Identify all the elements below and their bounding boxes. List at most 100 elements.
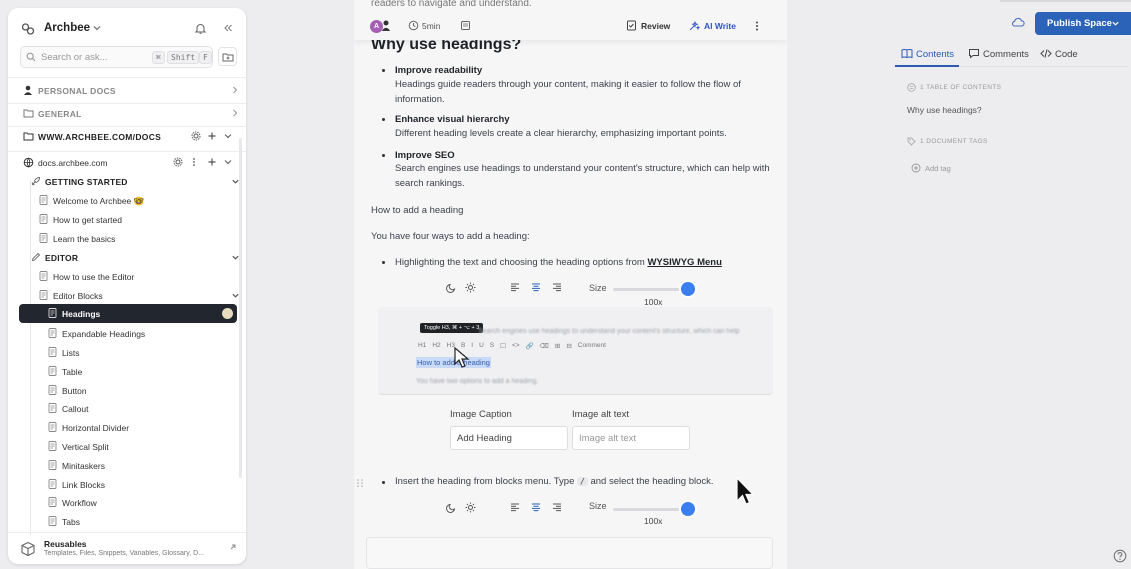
bullet-title[interactable]: Enhance visual hierarchy [395,114,510,125]
tree-item-block[interactable]: Button [8,381,246,400]
tree-item-headings[interactable]: Headings [19,304,237,323]
paragraph[interactable]: You have four ways to add a heading: [371,231,530,242]
tree-item-learn-basics[interactable]: Learn the basics [8,229,246,248]
collapse-sidebar-icon[interactable] [222,22,234,34]
document-icon [39,290,48,300]
tree-group-getting-started[interactable]: GETTING STARTED [8,172,246,191]
reusables-title: Reusables [44,539,87,549]
globe-icon [23,157,34,168]
tree-item-block[interactable]: Horizontal Divider [8,418,246,437]
section-general[interactable]: GENERAL [8,104,246,124]
new-doc-button[interactable] [218,47,237,66]
folder-icon [23,108,34,118]
size-slider-handle[interactable] [681,502,695,516]
tree-item-block[interactable]: Minitaskers [8,456,246,475]
tree-item-get-started[interactable]: How to get started [8,210,246,229]
toc-item[interactable]: Why use headings? [907,105,982,115]
tree-item-use-editor[interactable]: How to use the Editor [8,267,246,286]
sun-icon[interactable] [465,502,476,513]
mouse-cursor-icon [735,477,755,509]
plus-icon[interactable] [207,131,217,141]
image-toolbar-item: Comment [577,342,606,349]
gear-icon[interactable] [173,157,183,167]
user-icon[interactable] [381,19,391,32]
chevron-down-icon [92,23,102,33]
tree-item-block[interactable]: Tabs [8,512,246,531]
ai-write-button[interactable]: AI Write [704,21,736,31]
size-slider-handle[interactable] [681,282,695,296]
size-label: Size [589,283,607,293]
bell-icon[interactable] [194,22,207,35]
sidebar-scrollbar[interactable] [239,138,242,478]
tree-item-block[interactable]: Workflow [8,493,246,512]
image-toolbar-item: <> [511,342,520,349]
embedded-image[interactable]: Toggle H3, ⌘ + ⌥ + 3 Search engines use … [378,307,773,395]
bullet-line[interactable]: Highlighting the text and choosing the h… [395,257,722,268]
workspace-switcher[interactable]: Archbee [8,20,246,38]
image-toolbar-item: ⊟ [566,343,572,350]
read-time: 5min [422,21,441,31]
tree-item-welcome[interactable]: Welcome to Archbee 🤓 [8,191,246,210]
tree-label: Link Blocks [62,480,105,490]
help-icon[interactable] [1113,549,1127,563]
plus-icon[interactable] [207,157,217,167]
chevron-down-icon[interactable] [223,131,233,141]
kebab-menu-icon[interactable] [754,20,760,32]
tree-item-block[interactable]: Vertical Split [8,437,246,456]
kbd-cmd: ⌘ [152,51,165,64]
align-center-icon[interactable] [531,282,541,292]
chevron-down-icon[interactable] [223,157,233,167]
align-right-icon[interactable] [552,502,562,512]
cloud-sync-icon[interactable] [1011,16,1025,28]
gear-icon[interactable] [191,131,201,141]
tree-item-block[interactable]: Callout [8,399,246,418]
tab-label: Code [1055,49,1078,60]
pencil-icon [31,252,41,262]
expand-arrow-icon[interactable] [229,543,237,551]
wysiwyg-menu-link[interactable]: WYSIWYG Menu [647,257,721,268]
bullet-title[interactable]: Improve SEO [395,150,455,161]
align-left-icon[interactable] [510,502,520,512]
search-input[interactable]: Search or ask... ⌘ Shift F [20,46,213,68]
size-slider-track[interactable] [613,288,685,291]
moon-icon[interactable] [446,502,457,513]
reusables-panel[interactable]: Reusables Templates, Files, Snippets, Va… [8,532,246,564]
bullet-text[interactable]: Search engines use headings to understan… [395,161,775,191]
document-icon [48,328,57,338]
tree-item-block[interactable]: Link Blocks [8,475,246,494]
alt-placeholder: Image alt text [579,433,637,444]
bullet-text[interactable]: Different heading levels create a clear … [395,126,775,141]
site-docs-archbee[interactable]: docs.archbee.com [8,153,246,173]
tree-group-editor[interactable]: EDITOR [8,248,246,267]
tree-item-block[interactable]: Expandable Headings [8,324,246,343]
bullet-line[interactable]: Insert the heading from blocks menu. Typ… [395,476,714,487]
drag-handle-icon[interactable] [356,478,364,488]
document-icon [48,366,57,376]
next-image-block[interactable] [366,537,773,569]
document-info-icon[interactable] [460,20,471,31]
bullet-text: Highlighting the text and choosing the h… [395,257,648,268]
chevron-right-icon [231,85,239,95]
moon-icon[interactable] [446,282,457,293]
section-archbee-docs[interactable]: WWW.ARCHBEE.COM/DOCS [8,127,246,147]
align-left-icon[interactable] [510,282,520,292]
sun-icon[interactable] [465,282,476,293]
paragraph[interactable]: How to add a heading [371,205,463,216]
publish-space-button[interactable]: Publish Space [1035,12,1131,35]
section-personal-docs[interactable]: PERSONAL DOCS [8,81,246,101]
align-center-icon[interactable] [531,502,541,512]
image-toolbar-item: U [479,342,484,349]
tree-item-block[interactable]: Table [8,362,246,381]
tree-item-editor-blocks[interactable]: Editor Blocks [8,286,246,305]
active-tab-indicator [895,65,959,67]
size-label: Size [589,501,607,511]
image-caption-input[interactable]: Add Heading [450,426,568,450]
kebab-menu-icon[interactable] [191,157,197,167]
review-button[interactable]: Review [641,21,670,31]
bullet-text[interactable]: Headings guide readers through your cont… [395,77,775,107]
tree-item-block[interactable]: Lists [8,343,246,362]
bullet-title[interactable]: Improve readability [395,65,482,76]
size-slider-track[interactable] [613,508,685,511]
image-alt-input[interactable]: Image alt text [572,426,690,450]
align-right-icon[interactable] [552,282,562,292]
